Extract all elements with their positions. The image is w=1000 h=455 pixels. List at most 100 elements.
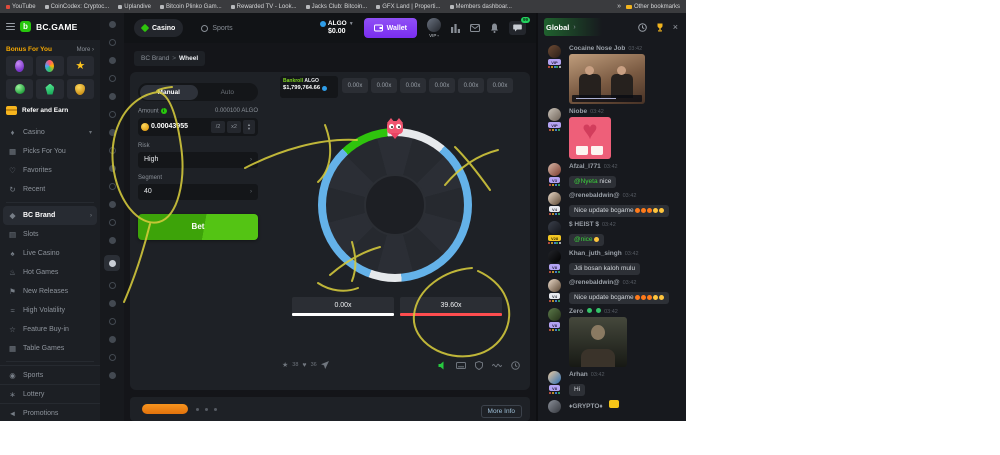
rail-icon[interactable] [109,354,116,361]
sound-icon[interactable] [438,361,447,370]
rail-icon[interactable] [109,57,116,64]
chat-toggle-icon[interactable]: 99 [509,21,526,35]
chat-username[interactable]: Afzal_l771 [569,163,601,170]
rail-icon[interactable] [109,282,116,289]
history-multiplier[interactable]: 0.00x [458,78,484,93]
mention[interactable]: @nice [574,236,593,243]
rail-icon[interactable] [109,237,116,244]
sidebar-item-lottery[interactable]: ∗Lottery [0,384,100,403]
rail-icon[interactable] [109,165,116,172]
bookmark-gfx-land[interactable]: GFX Land | Properti... [376,4,440,10]
rail-icon[interactable] [109,219,116,226]
sidebar-item-sports[interactable]: ◉Sports [0,365,100,384]
avatar[interactable] [548,163,561,176]
trophy-icon[interactable] [655,23,665,32]
wallet-button[interactable]: Wallet [364,18,417,38]
bonus-tile-purple-egg[interactable] [6,56,33,76]
like-heart-icon[interactable]: ♥ [302,362,306,369]
double-bet-button[interactable]: x2 [227,121,241,133]
bookmark-bitcoin-plinko[interactable]: Bitcoin Plinko Gam... [160,4,222,10]
user-avatar[interactable]: VIP▫ [427,18,441,38]
live-stats-icon[interactable] [492,362,502,369]
info-icon[interactable]: i [161,108,167,114]
other-bookmarks[interactable]: Other bookmarks [626,4,680,10]
rail-icon[interactable] [109,75,116,82]
amount-stepper[interactable]: ▲▼ [243,120,255,134]
segment-select[interactable]: 40 › [138,184,258,200]
balance-selector[interactable]: ALGO ▼ $0.00 [320,20,354,37]
sidebar-item-high-volatility[interactable]: ≈High Volatility [0,301,100,320]
rail-icon[interactable] [109,201,116,208]
bonus-tile-gem[interactable] [36,79,63,99]
tab-auto[interactable]: Auto [198,85,257,100]
chat-channel[interactable]: Global [546,23,569,32]
bookmarks-overflow-chevron[interactable]: » [617,3,621,10]
sidebar-item-hot-games[interactable]: ♨Hot Games [0,263,100,282]
bookmark-coincodex[interactable]: CoinCodex: Cryptoc... [45,4,110,10]
chat-image-photo[interactable] [569,317,627,367]
avatar[interactable] [548,371,561,384]
bookmark-uplandive[interactable]: Uplandive [118,4,151,10]
history-multiplier[interactable]: 0.00x [400,78,426,93]
tab-sports[interactable]: Sports [193,19,240,37]
sidebar-item-picks-for-you[interactable]: ▦Picks For You [0,142,100,161]
hotkeys-keyboard-icon[interactable] [456,362,466,369]
bet-button[interactable]: Bet [138,214,258,240]
rail-icon[interactable] [109,336,116,343]
risk-select[interactable]: High › [138,152,258,168]
avatar[interactable] [548,45,561,58]
bcgame-logo-text[interactable]: BC.GAME [36,22,78,32]
rail-icon-active[interactable] [104,255,120,271]
close-chat-icon[interactable]: × [673,23,678,32]
rail-icon[interactable] [109,129,116,136]
notifications-bell-icon[interactable] [490,23,499,33]
sidebar-item-bc-brand[interactable]: ◆BC Brand› [3,206,97,225]
chat-username[interactable]: @renebaldwin@ [569,192,620,199]
rail-icon[interactable] [109,93,116,100]
history-multiplier[interactable]: 0.00x [342,78,368,93]
chat-image-sticker[interactable]: ♥ [569,117,611,159]
avatar[interactable] [548,279,561,292]
game-provider-badge[interactable] [142,404,188,414]
sidebar-item-recent[interactable]: ↻Recent [0,180,100,199]
chat-username[interactable]: Khan_juth_singh [569,250,622,257]
history-multiplier[interactable]: 0.00x [487,78,513,93]
sidebar-item-feature-buyin[interactable]: ☆Feature Buy-in [0,320,100,339]
avatar[interactable] [548,221,561,234]
avatar[interactable] [548,250,561,263]
chat-username[interactable]: Zero [569,308,583,315]
rail-icon[interactable] [109,147,116,154]
chat-username[interactable]: $ HEIST $ [569,221,599,228]
bonus-tile-color-egg[interactable] [36,56,63,76]
chat-username[interactable]: ♦GRYPTO♦ [569,403,603,410]
rail-icon[interactable] [109,318,116,325]
bookmark-members-dashboard[interactable]: Members dashboar... [450,4,512,10]
bookmark-youtube[interactable]: YouTube [6,4,36,10]
rail-icon[interactable] [109,372,116,379]
tab-manual[interactable]: Manual [140,85,199,100]
bcgame-logo-icon[interactable]: b [20,21,31,32]
sidebar-item-live-casino[interactable]: ♠Live Casino [0,244,100,263]
hamburger-menu-icon[interactable] [6,23,15,30]
chat-username[interactable]: @renebaldwin@ [569,279,620,286]
sidebar-item-new-releases[interactable]: ⚑New Releases [0,282,100,301]
bookmark-rewarded-tv[interactable]: Rewarded TV - Look... [231,4,297,10]
chat-history-clock-icon[interactable] [638,23,647,32]
inbox-mail-icon[interactable] [470,24,480,32]
chat-username[interactable]: Niobe [569,108,587,115]
rail-icon[interactable] [109,183,116,190]
chat-image-gif[interactable] [569,54,645,104]
history-multiplier[interactable]: 0.00x [429,78,455,93]
bonus-more-link[interactable]: More › [77,47,94,53]
sidebar-item-promotions[interactable]: ◄Promotions [0,403,100,421]
bookmark-jacks-club[interactable]: Jacks Club: Bitcoin... [306,4,368,10]
more-info-button[interactable]: More Info [481,405,522,418]
fairness-shield-icon[interactable] [475,361,483,370]
avatar[interactable] [548,108,561,121]
rail-icon[interactable] [109,111,116,118]
avatar[interactable] [548,192,561,205]
breadcrumb-root[interactable]: BC Brand [141,55,169,62]
bonus-tile-star[interactable]: ★ [67,56,94,76]
sidebar-item-table-games[interactable]: ▦Table Games [0,339,100,358]
sidebar-item-casino[interactable]: ♦Casino▾ [0,123,100,142]
